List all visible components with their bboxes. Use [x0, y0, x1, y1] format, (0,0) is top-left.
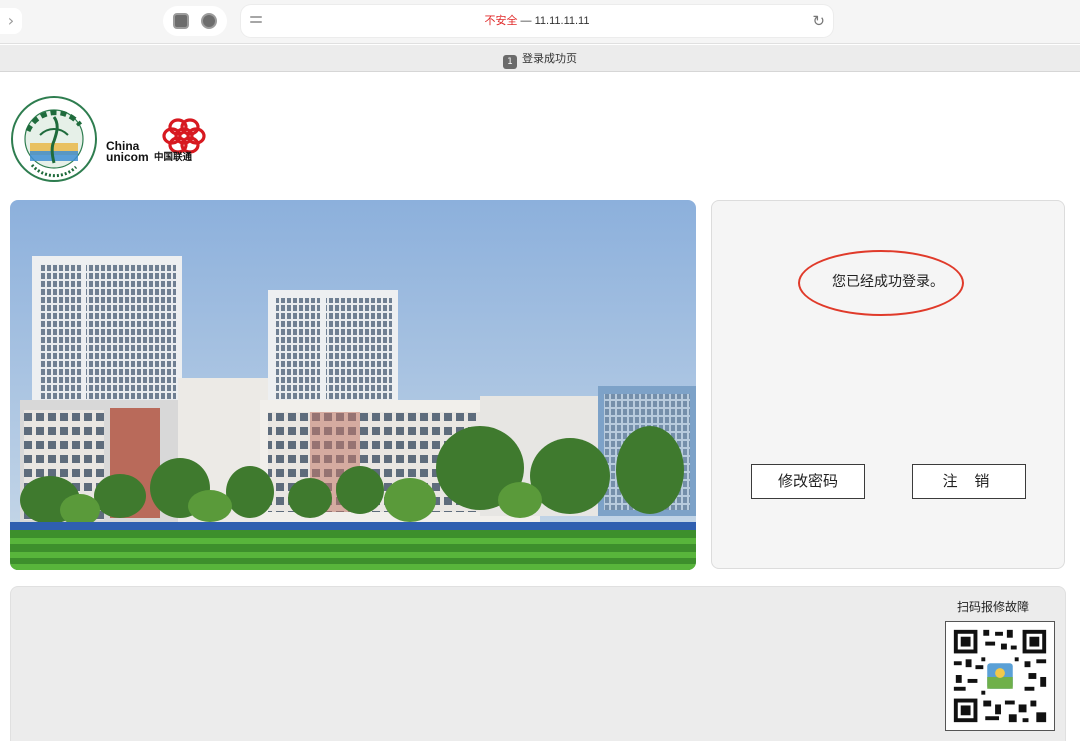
extension-icon[interactable]: [201, 13, 217, 29]
reload-icon[interactable]: ↻: [812, 12, 825, 30]
change-password-button[interactable]: 修改密码: [751, 464, 865, 499]
tab-bar: 1 登录成功页: [0, 45, 1080, 72]
unicom-cn: 中国联通: [154, 151, 193, 163]
forward-button[interactable]: ›: [0, 8, 22, 34]
browser-toolbar: › 不安全 — 11.11.11.11 ↻: [0, 0, 1080, 44]
login-status-panel: 您已经成功登录。 修改密码 注 销: [711, 200, 1065, 569]
tab-badge: 1: [503, 55, 517, 69]
tab-login-success[interactable]: 1 登录成功页: [0, 45, 1080, 72]
security-warning: 不安全: [484, 15, 518, 27]
tab-title: 登录成功页: [522, 52, 577, 65]
footer: 扫码报修故障: [10, 586, 1066, 741]
campus-photo: [10, 200, 696, 570]
qr-code[interactable]: [945, 621, 1055, 731]
extension-icon[interactable]: [173, 13, 189, 29]
address-text: 不安全 — 11.11.11.11: [241, 5, 833, 37]
china-unicom-logo: China unicom 中国联通: [106, 118, 206, 164]
school-emblem-logo: [11, 96, 97, 182]
chevron-right-icon: ›: [7, 11, 15, 30]
unicom-en-line2: unicom: [106, 150, 149, 164]
address-bar[interactable]: 不安全 — 11.11.11.11 ↻: [241, 5, 833, 37]
repair-qr-label: 扫码报修故障: [957, 600, 1030, 614]
address-separator: —: [517, 15, 535, 27]
logout-button[interactable]: 注 销: [912, 464, 1026, 499]
login-success-message: 您已经成功登录。: [832, 274, 944, 290]
address-url: 11.11.11.11: [534, 15, 590, 27]
extension-group: [163, 6, 227, 36]
